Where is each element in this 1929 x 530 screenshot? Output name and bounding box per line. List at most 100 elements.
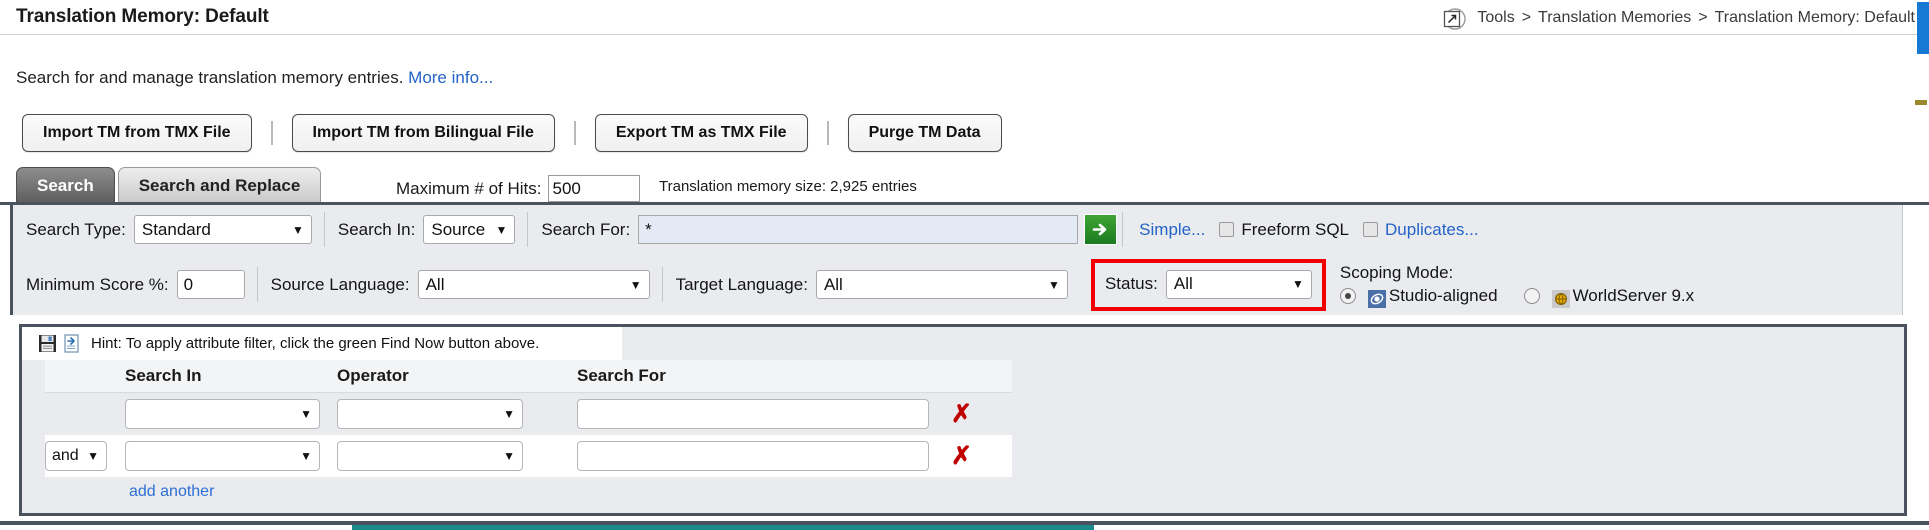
maximum-hits-label: Maximum # of Hits: xyxy=(396,178,542,198)
toolbar-divider xyxy=(573,121,576,145)
attribute-filter-header-row: Search In Operator Search For xyxy=(45,360,1012,393)
chevron-down-icon: ▼ xyxy=(1048,277,1060,292)
freeform-sql-checkbox[interactable] xyxy=(1219,222,1235,237)
duplicates-checkbox[interactable] xyxy=(1363,222,1379,237)
description-text: Search for and manage translation memory… xyxy=(16,68,404,87)
attribute-filter-table: Search In Operator Search For ▼ ▼ ✗ and … xyxy=(45,360,1012,477)
breadcrumb-item-tools[interactable]: Tools xyxy=(1477,9,1514,27)
status-value: All xyxy=(1173,274,1193,293)
delete-x-icon-row-2[interactable]: ✗ xyxy=(951,443,972,469)
studio-aligned-icon xyxy=(1367,290,1386,308)
vertical-scrollbar-thumb[interactable] xyxy=(1917,2,1929,54)
search-in-select-row-1[interactable]: ▼ xyxy=(125,399,320,429)
chevron-down-icon: ▼ xyxy=(503,407,515,421)
table-row: ▼ ▼ ✗ xyxy=(45,393,1012,435)
chevron-down-icon: ▼ xyxy=(300,407,312,421)
toolbar-divider xyxy=(826,121,829,145)
maximum-hits-input[interactable] xyxy=(548,175,641,202)
import-tm-from-bilingual-button[interactable]: Import TM from Bilingual File xyxy=(291,114,555,152)
minimum-score-input[interactable]: 0 xyxy=(176,270,245,299)
toolbar-divider xyxy=(270,121,273,145)
chevron-down-icon: ▼ xyxy=(629,277,642,292)
more-info-link[interactable]: More info... xyxy=(408,68,493,87)
target-language-group: Target Language: All ▼ xyxy=(663,260,1081,309)
tm-size-text: Translation memory size: 2,925 entries xyxy=(659,178,917,195)
chevron-down-icon: ▼ xyxy=(495,222,508,237)
search-in-select[interactable]: Source ▼ xyxy=(423,215,516,244)
status-highlight-box: Status: All ▼ xyxy=(1090,258,1326,311)
search-type-select[interactable]: Standard ▼ xyxy=(133,215,312,244)
search-in-group: Search In: Source ▼ xyxy=(325,205,529,254)
duplicates-link[interactable]: Duplicates... xyxy=(1385,220,1479,240)
search-in-select-row-2[interactable]: ▼ xyxy=(125,441,320,471)
status-select[interactable]: All ▼ xyxy=(1165,269,1312,299)
search-for-input-row-2[interactable] xyxy=(577,441,929,471)
column-header-operator: Operator xyxy=(337,366,409,385)
operator-select-row-2[interactable]: ▼ xyxy=(337,441,523,471)
delete-x-icon-row-1[interactable]: ✗ xyxy=(951,401,972,427)
breadcrumb-separator: > xyxy=(1698,9,1708,26)
breadcrumb: Tools > Translation Memories > Translati… xyxy=(1441,7,1915,30)
tab-strip: Search Search and Replace xyxy=(16,167,322,203)
operator-select-row-1[interactable]: ▼ xyxy=(337,399,523,429)
page-header: Translation Memory: Default Tools > Tran… xyxy=(0,0,1929,35)
column-header-search-in: Search In xyxy=(125,366,202,385)
row-search-in-cell: ▼ xyxy=(125,399,337,429)
green-arrow-icon xyxy=(1092,223,1107,236)
search-criteria-row: Search Type: Standard ▼ Search In: Sourc… xyxy=(13,205,1902,254)
row-operator-cell: ▼ xyxy=(337,441,577,471)
save-disk-icon[interactable] xyxy=(38,334,57,353)
radio-worldserver[interactable] xyxy=(1523,288,1540,304)
search-for-group: Search For: * xyxy=(528,205,1123,254)
row-search-for-cell: ✗ xyxy=(577,441,997,471)
source-language-value: All xyxy=(425,274,445,294)
conjunction-select-row-2[interactable]: and ▼ xyxy=(45,441,107,471)
scrollbar-marker xyxy=(1915,100,1927,105)
search-type-label: Search Type: xyxy=(26,219,126,239)
chevron-down-icon: ▼ xyxy=(1291,277,1304,291)
chevron-down-icon: ▼ xyxy=(87,449,99,463)
translation-memory-page: Translation Memory: Default Tools > Tran… xyxy=(0,0,1929,530)
row-search-for-cell: ✗ xyxy=(577,399,997,429)
breadcrumb-item-translation-memories[interactable]: Translation Memories xyxy=(1538,9,1691,27)
target-language-value: All xyxy=(823,274,843,294)
import-tm-from-tmx-button[interactable]: Import TM from TMX File xyxy=(22,114,252,152)
search-for-input[interactable]: * xyxy=(638,215,1079,244)
filter-criteria-row: Minimum Score %: 0 Source Language: All … xyxy=(13,254,1902,315)
breadcrumb-item-current: Translation Memory: Default xyxy=(1714,9,1915,26)
export-tm-as-tmx-button[interactable]: Export TM as TMX File xyxy=(594,114,808,152)
minimum-score-label: Minimum Score %: xyxy=(26,274,169,294)
action-toolbar: Import TM from TMX File Import TM from B… xyxy=(22,114,1002,152)
attribute-filter-hint-text: Hint: To apply attribute filter, click t… xyxy=(91,335,540,352)
popout-window-icon[interactable] xyxy=(1441,8,1467,30)
add-another-link[interactable]: add another xyxy=(129,483,214,501)
search-type-group: Search Type: Standard ▼ xyxy=(13,205,325,254)
chevron-down-icon: ▼ xyxy=(300,449,312,463)
column-header-search-for: Search For xyxy=(577,366,666,385)
page-description: Search for and manage translation memory… xyxy=(16,68,493,88)
target-language-label: Target Language: xyxy=(675,274,808,294)
minimum-score-group: Minimum Score %: 0 xyxy=(13,260,258,309)
tab-search-and-replace[interactable]: Search and Replace xyxy=(117,167,322,203)
source-language-select[interactable]: All ▼ xyxy=(417,270,650,299)
freeform-sql-label: Freeform SQL xyxy=(1241,219,1350,239)
radio-studio-aligned[interactable] xyxy=(1339,288,1356,304)
attribute-filter-hint-row: Hint: To apply attribute filter, click t… xyxy=(22,327,622,360)
search-options-group: Simple... Freeform SQL Duplicates... xyxy=(1123,205,1491,254)
purge-tm-data-button[interactable]: Purge TM Data xyxy=(847,114,1002,152)
teal-status-bar xyxy=(352,525,1094,530)
search-type-value: Standard xyxy=(141,219,211,239)
load-document-icon[interactable] xyxy=(63,334,82,353)
scoping-mode-options: Studio-aligned WorldServer 9.x xyxy=(1339,286,1694,308)
find-now-button[interactable] xyxy=(1084,214,1118,245)
worldserver-icon xyxy=(1551,290,1570,308)
attribute-filter-panel: Hint: To apply attribute filter, click t… xyxy=(19,324,1907,516)
breadcrumb-separator: > xyxy=(1521,9,1532,26)
table-row: and ▼ ▼ ▼ ✗ xyxy=(45,435,1012,477)
chevron-down-icon: ▼ xyxy=(291,222,304,237)
tab-search[interactable]: Search xyxy=(16,167,115,203)
target-language-select[interactable]: All ▼ xyxy=(815,270,1068,299)
simple-link[interactable]: Simple... xyxy=(1139,220,1205,240)
search-for-input-row-1[interactable] xyxy=(577,399,929,429)
maximum-hits-group: Maximum # of Hits: xyxy=(396,175,641,202)
